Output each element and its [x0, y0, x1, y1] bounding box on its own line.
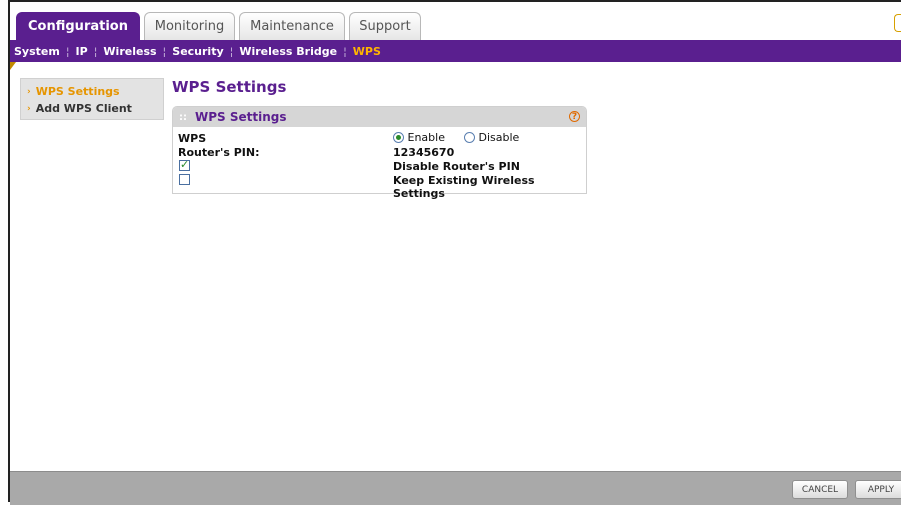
tab-monitoring[interactable]: Monitoring: [144, 12, 235, 40]
wps-label: WPS: [178, 132, 207, 145]
subnav-item-security[interactable]: Security: [172, 45, 223, 58]
panel-title: WPS Settings: [195, 110, 287, 124]
cancel-button[interactable]: CANCEL: [792, 480, 848, 499]
keep-settings-label: Keep Existing Wireless Settings: [393, 174, 535, 200]
corner-help-tab[interactable]: [894, 14, 901, 32]
keep-settings-checkbox[interactable]: [179, 174, 190, 185]
disable-pin-label: Disable Router's PIN: [393, 160, 520, 173]
left-sidebar: › WPS Settings › Add WPS Client: [20, 78, 164, 120]
footer-bar: CANCEL APPLY: [10, 471, 901, 505]
sidebar-item-label: WPS Settings: [35, 85, 120, 98]
subnav-separator: ¦: [93, 44, 98, 58]
subnav-separator: ¦: [162, 44, 167, 58]
subnav-item-wps[interactable]: WPS: [353, 45, 381, 58]
apply-button[interactable]: APPLY: [855, 480, 901, 499]
wps-disable-radio[interactable]: [463, 132, 475, 143]
wps-settings-panel: :: WPS Settings ? WPS Enable Disable Rou…: [172, 106, 587, 200]
router-pin-label: Router's PIN:: [178, 146, 260, 159]
subnav-item-wireless-bridge[interactable]: Wireless Bridge: [239, 45, 337, 58]
help-icon[interactable]: ?: [569, 111, 580, 122]
tab-configuration[interactable]: Configuration: [16, 12, 140, 40]
subnav-corner-decoration: [10, 62, 16, 70]
panel-header: :: WPS Settings ?: [173, 107, 586, 127]
sidebar-item-add-wps-client[interactable]: › Add WPS Client: [27, 102, 163, 115]
sidebar-item-label: Add WPS Client: [35, 102, 132, 115]
sub-navigation: System ¦ IP ¦ Wireless ¦ Security ¦ Wire…: [10, 40, 901, 62]
router-pin-value: 12345670: [393, 146, 455, 159]
tab-support[interactable]: Support: [349, 12, 421, 40]
disable-pin-checkbox[interactable]: [179, 158, 190, 171]
tab-maintenance[interactable]: Maintenance: [239, 12, 345, 40]
sidebar-item-wps-settings[interactable]: › WPS Settings: [27, 85, 163, 98]
wps-enable-label: Enable: [407, 131, 445, 144]
router-admin-window: Configuration Monitoring Maintenance Sup…: [8, 0, 901, 505]
bullet-icon: ›: [27, 103, 31, 114]
subnav-separator: ¦: [229, 44, 234, 58]
page-title: WPS Settings: [172, 78, 287, 96]
subnav-separator: ¦: [343, 44, 347, 58]
subnav-separator: ¦: [65, 44, 70, 58]
wps-radio-group: Enable Disable: [393, 131, 519, 144]
subnav-item-ip[interactable]: IP: [76, 45, 88, 58]
grip-icon: ::: [179, 111, 187, 123]
main-tab-bar: Configuration Monitoring Maintenance Sup…: [10, 2, 901, 40]
wps-disable-label: Disable: [478, 131, 520, 144]
wps-enable-radio[interactable]: [393, 132, 404, 143]
subnav-item-system[interactable]: System: [14, 45, 60, 58]
bullet-icon: ›: [27, 86, 31, 97]
subnav-item-wireless[interactable]: Wireless: [103, 45, 156, 58]
